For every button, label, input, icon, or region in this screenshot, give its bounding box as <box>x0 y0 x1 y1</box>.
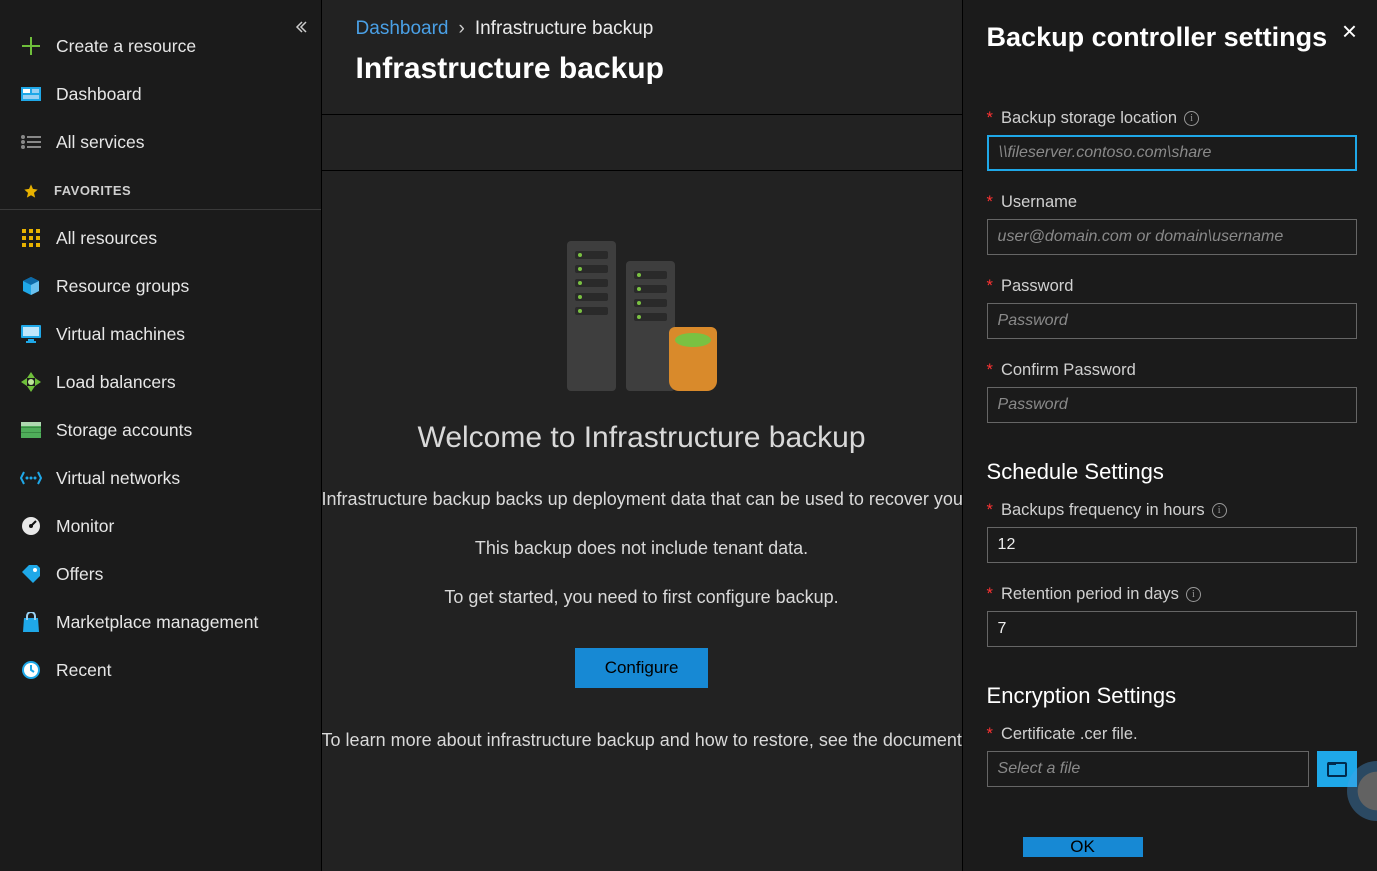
page-title: Infrastructure backup <box>322 50 962 115</box>
field-certificate: *Certificate .cer file. <box>987 725 1357 787</box>
breadcrumb-current: Infrastructure backup <box>475 18 653 40</box>
sidebar-item-virtual-machines[interactable]: Virtual machines <box>0 310 321 358</box>
sidebar-item-label: Virtual networks <box>56 468 301 489</box>
confirm-password-input[interactable] <box>987 387 1357 423</box>
sidebar-item-label: Resource groups <box>56 276 301 297</box>
storage-location-label: * Backup storage location i <box>987 109 1357 128</box>
certificate-label: *Certificate .cer file. <box>987 725 1357 744</box>
info-icon[interactable]: i <box>1184 111 1199 126</box>
grid-icon <box>20 227 42 249</box>
sidebar: Create a resource Dashboard All services… <box>0 0 322 871</box>
retention-input[interactable] <box>987 611 1357 647</box>
ok-button[interactable]: OK <box>1023 837 1143 857</box>
username-input[interactable] <box>987 219 1357 255</box>
field-retention: *Retention period in days i <box>987 585 1357 647</box>
field-password: *Password <box>987 277 1357 339</box>
username-label: *Username <box>987 193 1357 212</box>
close-icon[interactable]: × <box>1342 22 1357 40</box>
configure-button[interactable]: Configure <box>575 648 709 688</box>
field-storage-location: * Backup storage location i <box>987 109 1357 171</box>
frequency-label: *Backups frequency in hours i <box>987 501 1357 520</box>
welcome-section: Welcome to Infrastructure backup Infrast… <box>322 171 962 871</box>
sidebar-item-offers[interactable]: Offers <box>0 550 321 598</box>
settings-panel: Backup controller settings × * Backup st… <box>963 0 1377 871</box>
toolbar-placeholder <box>322 115 962 171</box>
sidebar-item-label: Monitor <box>56 516 301 537</box>
welcome-line3: To get started, you need to first config… <box>444 587 838 608</box>
sidebar-item-label: All services <box>56 132 301 153</box>
field-username: *Username <box>987 193 1357 255</box>
list-icon <box>20 131 42 153</box>
sidebar-item-label: Load balancers <box>56 372 301 393</box>
folder-icon <box>1327 761 1347 777</box>
panel-title: Backup controller settings <box>987 22 1328 53</box>
sidebar-item-label: All resources <box>56 228 301 249</box>
gauge-icon <box>20 515 42 537</box>
sidebar-item-storage-accounts[interactable]: Storage accounts <box>0 406 321 454</box>
sidebar-item-label: Marketplace management <box>56 612 301 633</box>
welcome-heading: Welcome to Infrastructure backup <box>418 421 866 455</box>
sidebar-item-marketplace[interactable]: Marketplace management <box>0 598 321 646</box>
storage-icon <box>20 419 42 441</box>
favorites-label: FAVORITES <box>54 183 301 198</box>
backup-illustration <box>567 241 717 391</box>
certificate-input[interactable] <box>987 751 1309 787</box>
password-label: *Password <box>987 277 1357 296</box>
sidebar-item-load-balancers[interactable]: Load balancers <box>0 358 321 406</box>
sidebar-item-resource-groups[interactable]: Resource groups <box>0 262 321 310</box>
sidebar-item-label: Recent <box>56 660 301 681</box>
network-icon <box>20 467 42 489</box>
welcome-line1: Infrastructure backup backs up deploymen… <box>322 489 962 510</box>
confirm-password-label: *Confirm Password <box>987 361 1357 380</box>
breadcrumb: Dashboard › Infrastructure backup <box>322 0 962 50</box>
sidebar-item-label: Create a resource <box>56 36 301 57</box>
collapse-sidebar-icon[interactable] <box>293 20 307 34</box>
breadcrumb-root[interactable]: Dashboard <box>356 18 449 40</box>
sidebar-item-label: Dashboard <box>56 84 301 105</box>
sidebar-item-create-resource[interactable]: Create a resource <box>0 22 321 70</box>
sidebar-item-recent[interactable]: Recent <box>0 646 321 694</box>
encryption-settings-heading: Encryption Settings <box>987 683 1357 709</box>
plus-icon <box>20 35 42 57</box>
cube-icon <box>20 275 42 297</box>
schedule-settings-heading: Schedule Settings <box>987 459 1357 485</box>
load-balancer-icon <box>20 371 42 393</box>
sidebar-favorites-header: FAVORITES <box>0 172 321 210</box>
main-content: Dashboard › Infrastructure backup Infras… <box>322 0 963 871</box>
info-icon[interactable]: i <box>1186 587 1201 602</box>
info-icon[interactable]: i <box>1212 503 1227 518</box>
monitor-icon <box>20 323 42 345</box>
clock-icon <box>20 659 42 681</box>
tag-icon <box>20 563 42 585</box>
sidebar-item-label: Offers <box>56 564 301 585</box>
frequency-input[interactable] <box>987 527 1357 563</box>
sidebar-item-dashboard[interactable]: Dashboard <box>0 70 321 118</box>
sidebar-item-label: Virtual machines <box>56 324 301 345</box>
shopping-bag-icon <box>20 611 42 633</box>
star-icon <box>20 180 42 202</box>
field-confirm-password: *Confirm Password <box>987 361 1357 423</box>
password-input[interactable] <box>987 303 1357 339</box>
sidebar-item-label: Storage accounts <box>56 420 301 441</box>
storage-location-input[interactable] <box>987 135 1357 171</box>
sidebar-item-virtual-networks[interactable]: Virtual networks <box>0 454 321 502</box>
sidebar-item-monitor[interactable]: Monitor <box>0 502 321 550</box>
field-frequency: *Backups frequency in hours i <box>987 501 1357 563</box>
welcome-learn-more: To learn more about infrastructure backu… <box>322 730 962 751</box>
sidebar-item-all-services[interactable]: All services <box>0 118 321 166</box>
sidebar-item-all-resources[interactable]: All resources <box>0 214 321 262</box>
retention-label: *Retention period in days i <box>987 585 1357 604</box>
welcome-line2: This backup does not include tenant data… <box>475 538 808 559</box>
chevron-right-icon: › <box>459 18 465 40</box>
dashboard-icon <box>20 83 42 105</box>
